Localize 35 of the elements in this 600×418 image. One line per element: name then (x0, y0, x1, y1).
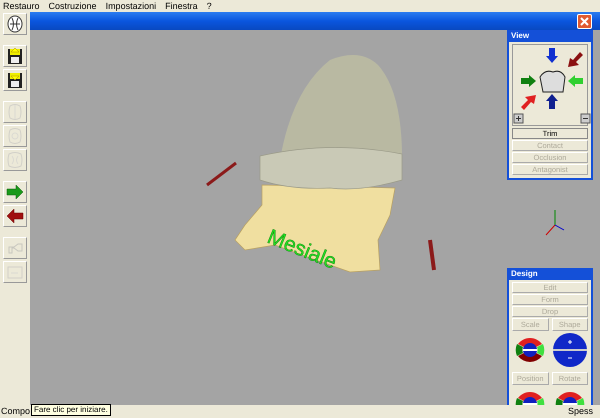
panel-title: View (510, 30, 530, 42)
left-arrow-icon (6, 207, 24, 225)
menu-item[interactable]: Impostazioni (106, 0, 156, 12)
toolbar-button[interactable] (2, 69, 26, 91)
up-arrow-icon[interactable] (546, 94, 558, 109)
marker-line (206, 162, 237, 186)
status-text: Spess (568, 404, 594, 418)
marker-line (428, 240, 436, 270)
tooltip: Fare clic per iniziare. (31, 404, 111, 416)
right-arrow-icon (6, 183, 24, 201)
menu-item[interactable]: Finestra (165, 0, 198, 12)
menu-item[interactable]: Costruzione (48, 0, 97, 12)
tooth-icon (6, 127, 24, 145)
diagonal-arrow-icon[interactable] (521, 95, 536, 110)
tooth-icon (6, 103, 24, 121)
right-arrow-icon[interactable] (521, 75, 536, 87)
toolbar-button[interactable] (2, 13, 26, 35)
status-text: Compo (1, 404, 30, 418)
toolbar-button[interactable] (2, 205, 26, 227)
orientation-view[interactable] (512, 44, 588, 126)
menu-item[interactable]: Restauro (3, 0, 40, 12)
scale-disc-control[interactable] (552, 332, 588, 368)
zoom-in-icon[interactable] (514, 114, 524, 124)
tooth-icon (6, 15, 24, 33)
menu-item[interactable]: ? (206, 0, 212, 12)
close-icon (580, 16, 589, 26)
diagonal-arrow-icon[interactable] (568, 52, 583, 67)
panel-title: Design (510, 268, 539, 280)
tooth-crown-icon (540, 70, 566, 92)
zoom-out-icon[interactable] (580, 114, 590, 124)
down-arrow-icon[interactable] (546, 48, 558, 63)
tooth-icon (6, 151, 24, 169)
toolbar-button[interactable] (2, 45, 26, 67)
axis-icon (546, 210, 564, 236)
close-button[interactable] (577, 14, 592, 28)
